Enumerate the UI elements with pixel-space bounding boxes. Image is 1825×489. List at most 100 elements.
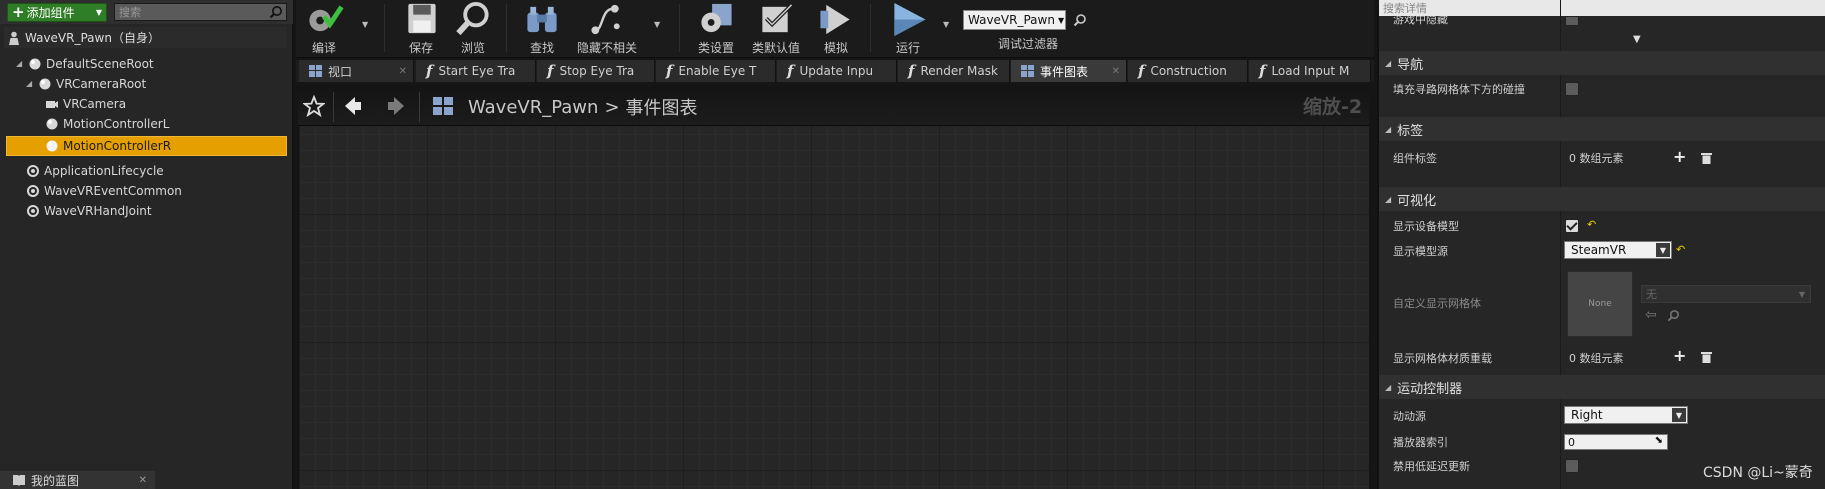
- tab-enable-eye-tracking[interactable]: f Enable Eye T: [656, 60, 776, 82]
- nav-collision-checkbox[interactable]: [1565, 82, 1579, 96]
- tab-label: Construction: [1150, 64, 1227, 78]
- column-divider[interactable]: [1560, 141, 1561, 187]
- property-label: 组件标签: [1393, 152, 1437, 165]
- hidden-in-game-checkbox[interactable]: [1565, 16, 1579, 26]
- collapse-triangle-icon: ◢: [1385, 58, 1392, 68]
- column-divider[interactable]: [1560, 211, 1561, 375]
- tree-item-motioncontrollerl[interactable]: MotionControllerL: [45, 114, 169, 133]
- tab-stop-eye-tracking[interactable]: f Stop Eye Tra: [537, 60, 655, 82]
- custom-mesh-value: 无: [1646, 288, 1657, 301]
- tree-item-motioncontrollerr[interactable]: MotionControllerR: [45, 136, 171, 155]
- chevron-down-icon: ▼: [1057, 15, 1065, 25]
- motion-source-select[interactable]: Right ▼: [1564, 406, 1688, 424]
- reset-to-default-icon[interactable]: ↶: [1676, 243, 1685, 256]
- tab-event-graph[interactable]: 事件图表 ✕: [1011, 60, 1127, 82]
- hide-unrelated-button[interactable]: 隐藏不相关: [574, 0, 640, 56]
- mesh-thumbnail-label: None: [1588, 299, 1612, 309]
- tree-item-wavevrhandjoint[interactable]: WaveVRHandJoint: [26, 201, 152, 220]
- mesh-thumbnail[interactable]: None: [1567, 271, 1633, 337]
- tree-item-defaultsceneroot[interactable]: ◢ DefaultSceneRoot: [16, 54, 154, 73]
- expand-triangle-icon: ◢: [26, 79, 33, 88]
- close-icon[interactable]: ✕: [139, 475, 147, 486]
- add-component-button[interactable]: + 添加组件 ▼: [7, 3, 107, 22]
- simulate-play-icon: [820, 4, 850, 35]
- back-arrow-icon[interactable]: [342, 95, 364, 117]
- play-options-chevron-icon[interactable]: ▼: [943, 20, 949, 29]
- section-rendering[interactable]: ◢ 可视化: [1379, 187, 1825, 211]
- actor-component-icon: [27, 164, 39, 177]
- debug-search-icon[interactable]: [1073, 13, 1087, 27]
- forward-arrow-icon[interactable]: [385, 95, 407, 117]
- toolbar-separator: [384, 4, 385, 52]
- column-divider[interactable]: [1560, 399, 1561, 489]
- motion-controller-icon: [46, 140, 58, 151]
- compile-options-chevron-icon[interactable]: ▼: [362, 20, 368, 29]
- tab-render-mask[interactable]: f Render Mask: [898, 60, 1010, 82]
- save-button[interactable]: 保存: [393, 0, 449, 56]
- breadcrumb-root[interactable]: WaveVR_Pawn: [468, 97, 598, 118]
- find-label: 查找: [529, 41, 554, 55]
- play-icon: [894, 2, 926, 37]
- details-search-input[interactable]: 搜索详情: [1379, 0, 1825, 16]
- expand-more-chevron-icon[interactable]: ▼: [1633, 34, 1641, 45]
- trash-icon[interactable]: [1701, 351, 1712, 363]
- tab-label: 事件图表: [1040, 64, 1089, 79]
- column-divider[interactable]: [1560, 75, 1561, 117]
- custom-mesh-select[interactable]: 无 ▼: [1641, 285, 1811, 303]
- property-label: 游戏中隐藏: [1393, 16, 1448, 26]
- my-blueprint-tab[interactable]: 我的蓝图 ✕: [0, 471, 155, 489]
- class-settings-gear-icon: [701, 3, 732, 33]
- components-search-input[interactable]: 搜索: [114, 3, 287, 21]
- tab-update-input[interactable]: f Update Inpu: [777, 60, 897, 82]
- show-device-model-checkbox[interactable]: [1565, 219, 1579, 233]
- material-override-value: 0 数组元素: [1569, 352, 1624, 365]
- use-selected-arrow-icon[interactable]: ⇦: [1645, 307, 1657, 323]
- tab-label: Stop Eye Tra: [559, 64, 635, 78]
- class-defaults-button[interactable]: 类默认值: [748, 0, 804, 56]
- chevron-down-icon: ▼: [1656, 243, 1670, 257]
- function-icon: f: [666, 62, 673, 80]
- tree-item-vrcamera[interactable]: VRCamera: [45, 94, 126, 113]
- section-navigation[interactable]: ◢ 导航: [1379, 51, 1825, 75]
- graph-navigation-bar: [298, 86, 1369, 126]
- play-button[interactable]: 运行: [880, 0, 936, 56]
- browse-asset-search-icon[interactable]: [1667, 309, 1680, 322]
- tab-viewport[interactable]: 视口 ✕: [299, 60, 414, 82]
- add-element-icon[interactable]: +: [1673, 147, 1686, 166]
- find-button[interactable]: 查找: [514, 0, 570, 56]
- display-model-source-select[interactable]: SteamVR ▼: [1564, 241, 1672, 259]
- compile-gear-check-icon: [309, 5, 344, 32]
- add-element-icon[interactable]: +: [1673, 346, 1686, 365]
- debug-object-select[interactable]: WaveVR_Pawn ▼: [963, 10, 1066, 30]
- player-index-input[interactable]: 0 ⬊: [1564, 434, 1668, 450]
- close-icon[interactable]: ✕: [1112, 66, 1120, 77]
- section-motion-controller[interactable]: ◢ 运动控制器: [1379, 375, 1825, 399]
- tab-construction-script[interactable]: f Construction: [1128, 60, 1248, 82]
- close-icon[interactable]: ✕: [399, 66, 407, 77]
- compile-button[interactable]: 编译: [296, 0, 352, 56]
- section-tags[interactable]: ◢ 标签: [1379, 117, 1825, 141]
- event-graph-icon: [433, 97, 453, 115]
- column-divider[interactable]: [1560, 0, 1561, 51]
- tree-item-wavevreventcommon[interactable]: WaveVREventCommon: [26, 181, 182, 200]
- simulate-button[interactable]: 模拟: [808, 0, 864, 56]
- event-graph-canvas[interactable]: [298, 86, 1369, 489]
- tab-load-input-mapping[interactable]: f Load Input M: [1249, 60, 1371, 82]
- tab-start-eye-tracking[interactable]: f Start Eye Tra: [416, 60, 536, 82]
- property-row-material-override: 显示网格体材质重载 0 数组元素: [1379, 347, 1825, 369]
- property-label: 填充寻路网格体下方的碰撞: [1393, 83, 1525, 96]
- property-label: 自定义显示网格体: [1393, 297, 1481, 310]
- tab-label: Enable Eye T: [678, 64, 757, 78]
- collapse-triangle-icon: ◢: [1385, 124, 1392, 134]
- tree-item-vrcameraroot[interactable]: ◢ VRCameraRoot: [26, 74, 146, 93]
- hide-unrelated-chevron-icon[interactable]: ▼: [654, 20, 660, 29]
- class-settings-button[interactable]: 类设置: [688, 0, 744, 56]
- self-item[interactable]: WaveVR_Pawn（自身）: [4, 27, 287, 48]
- disable-low-latency-checkbox[interactable]: [1565, 459, 1579, 473]
- reset-to-default-icon[interactable]: ↶: [1587, 218, 1596, 231]
- tree-item-applicationlifecycle[interactable]: ApplicationLifecycle: [26, 161, 164, 180]
- favorite-star-icon[interactable]: [303, 95, 325, 117]
- browse-button[interactable]: 浏览: [445, 0, 501, 56]
- section-title: 导航: [1397, 57, 1424, 73]
- trash-icon[interactable]: [1701, 152, 1712, 164]
